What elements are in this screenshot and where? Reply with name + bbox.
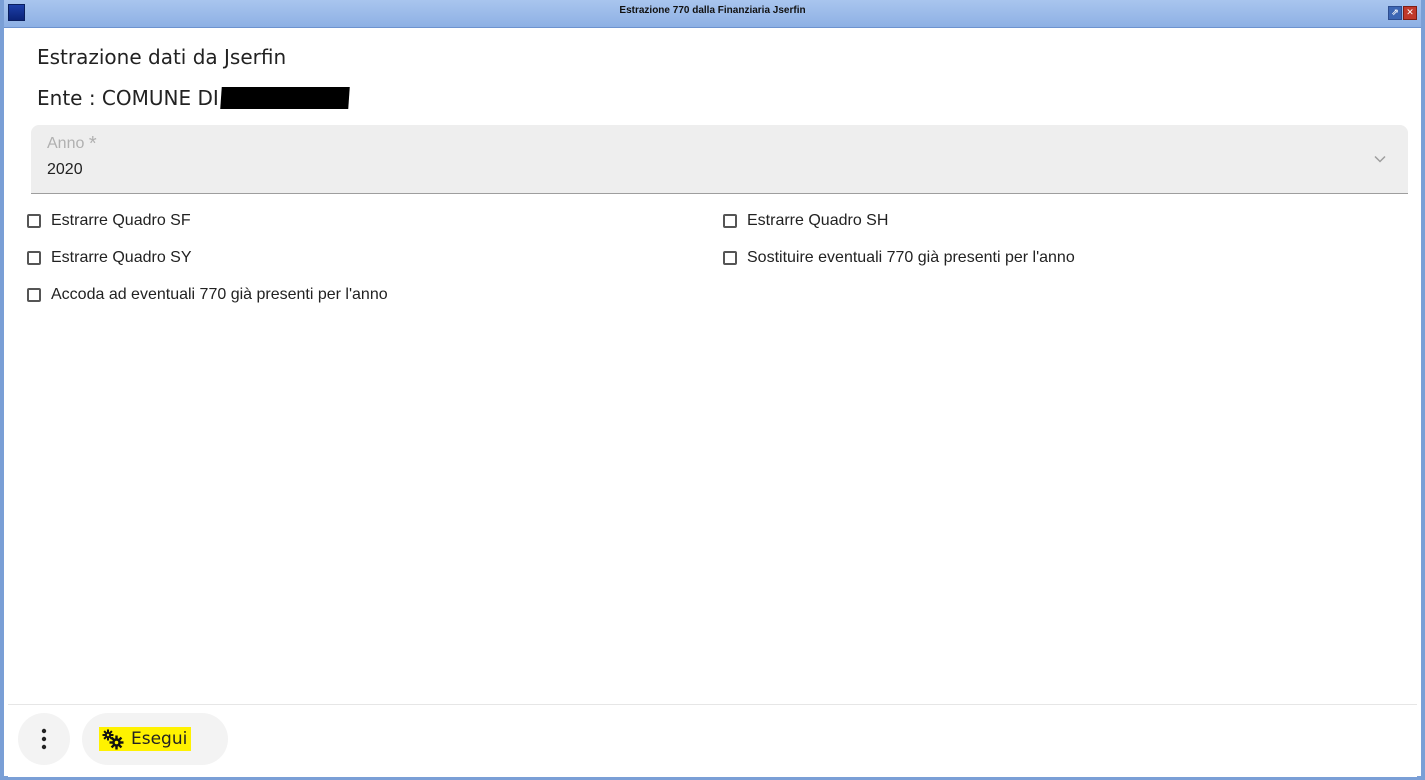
anno-value: 2020 — [47, 161, 83, 178]
anno-select[interactable]: Anno * 2020 — [31, 125, 1408, 194]
gears-icon — [102, 729, 124, 750]
page-title: Estrazione dati da Jserfin — [37, 45, 287, 69]
window-title: Estrazione 770 dalla Finanziaria Jserfin — [619, 5, 806, 16]
chevron-down-icon[interactable] — [1374, 153, 1386, 165]
more-vertical-icon — [41, 728, 47, 750]
redacted-block — [220, 87, 350, 109]
ente-label: Ente : COMUNE DI — [37, 86, 219, 110]
esegui-highlight: Esegui — [99, 727, 192, 751]
anno-label: Anno * — [47, 133, 97, 156]
checkbox-label: Estrarre Quadro SF — [51, 212, 191, 229]
title-bar[interactable]: Estrazione 770 dalla Finanziaria Jserfin… — [4, 0, 1421, 28]
checkbox-box[interactable] — [723, 214, 737, 228]
checkbox-quadro-sf[interactable]: Estrarre Quadro SF — [27, 212, 191, 230]
required-mark: * — [88, 133, 97, 155]
footer-toolbar: Esegui — [8, 704, 1417, 777]
app-window: Estrazione 770 dalla Finanziaria Jserfin… — [0, 0, 1425, 780]
more-options-button[interactable] — [18, 713, 70, 765]
close-button[interactable]: ✕ — [1403, 6, 1417, 20]
anno-label-text: Anno — [47, 135, 85, 152]
checkbox-box[interactable] — [723, 251, 737, 265]
checkbox-box[interactable] — [27, 251, 41, 265]
checkbox-label: Estrarre Quadro SH — [747, 212, 889, 229]
checkbox-quadro-sy[interactable]: Estrarre Quadro SY — [27, 249, 192, 267]
checkbox-box[interactable] — [27, 214, 41, 228]
checkbox-box[interactable] — [27, 288, 41, 302]
checkbox-label: Sostituire eventuali 770 già presenti pe… — [747, 249, 1075, 266]
esegui-label: Esegui — [131, 729, 188, 749]
checkbox-sostituire[interactable]: Sostituire eventuali 770 già presenti pe… — [723, 249, 1075, 267]
ente-heading: Ente : COMUNE DI — [37, 86, 350, 110]
checkbox-accoda[interactable]: Accoda ad eventuali 770 già presenti per… — [27, 286, 388, 304]
checkbox-quadro-sh[interactable]: Estrarre Quadro SH — [723, 212, 888, 230]
checkbox-label: Estrarre Quadro SY — [51, 249, 192, 266]
esegui-button[interactable]: Esegui — [82, 713, 228, 765]
restore-button[interactable]: ⇗ — [1388, 6, 1402, 20]
checkbox-label: Accoda ad eventuali 770 già presenti per… — [51, 286, 388, 303]
